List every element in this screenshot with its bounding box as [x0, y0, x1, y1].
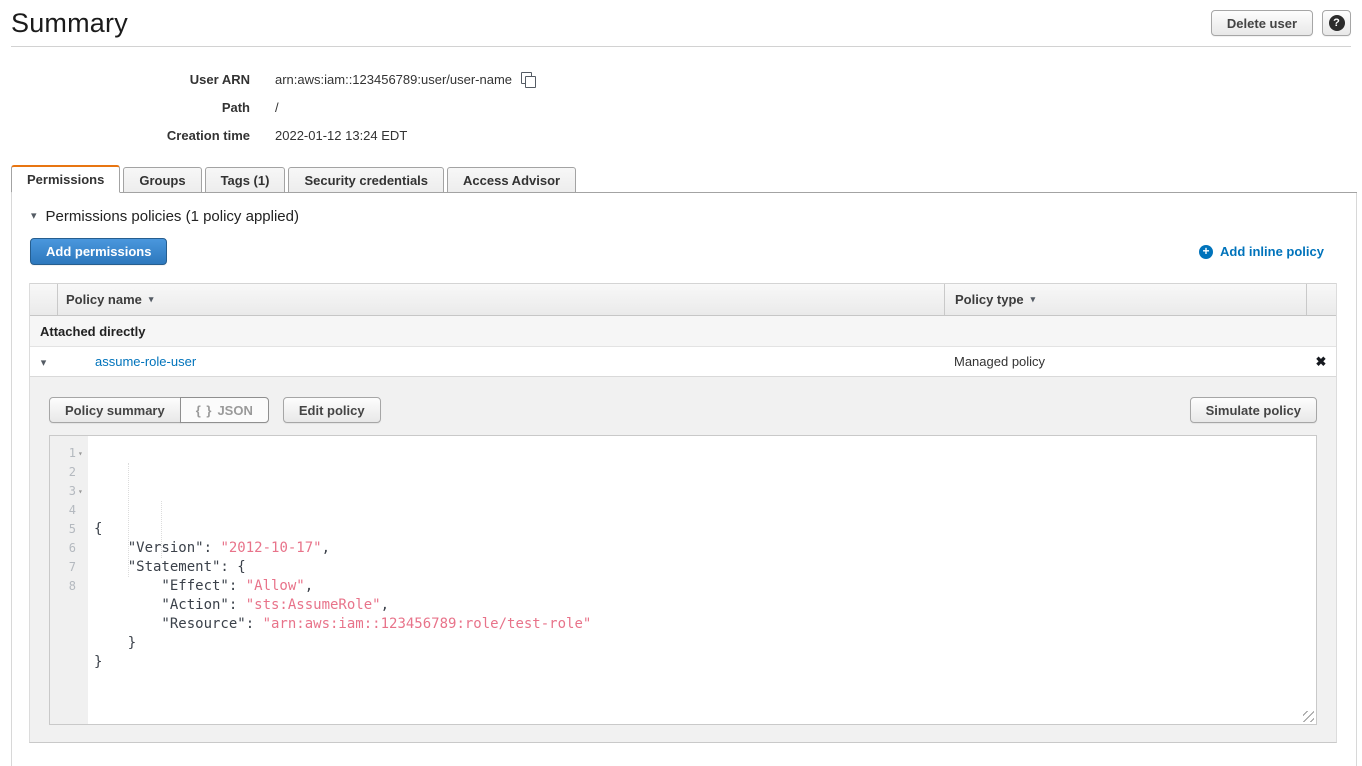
- permissions-tab-panel: ▾ Permissions policies (1 policy applied…: [11, 193, 1357, 766]
- page-title: Summary: [11, 8, 128, 39]
- path-label: Path: [0, 100, 250, 115]
- tab-bar: Permissions Groups Tags (1) Security cre…: [11, 165, 1357, 193]
- remove-column-header: [1306, 284, 1336, 315]
- tab-tags[interactable]: Tags (1): [205, 167, 286, 193]
- attached-directly-group-row: Attached directly: [30, 316, 1336, 347]
- code-line[interactable]: "Statement": {: [94, 558, 1316, 577]
- tab-security-credentials[interactable]: Security credentials: [288, 167, 444, 193]
- creation-time-value: 2022-01-12 13:24 EDT: [275, 128, 407, 143]
- json-view-button[interactable]: { } JSON: [180, 397, 269, 423]
- indent-guide: [128, 463, 129, 577]
- braces-icon: { }: [196, 403, 213, 418]
- code-line[interactable]: {: [94, 520, 1316, 539]
- editor-gutter: 1▾23▾45678: [50, 436, 88, 724]
- creation-time-label: Creation time: [0, 128, 250, 143]
- copy-icon[interactable]: [521, 72, 536, 87]
- permissions-policies-title: Permissions policies (1 policy applied): [46, 208, 299, 225]
- tab-access-advisor[interactable]: Access Advisor: [447, 167, 576, 193]
- policy-table: Policy name ▾ Policy type ▾ Attached dir…: [29, 283, 1337, 743]
- delete-user-button[interactable]: Delete user: [1211, 10, 1313, 36]
- remove-policy-icon[interactable]: ✖: [1316, 354, 1327, 369]
- policy-name-column-header[interactable]: Policy name ▾: [57, 284, 944, 315]
- permissions-toolbar: Add permissions + Add inline policy: [12, 225, 1356, 265]
- json-policy-editor[interactable]: 1▾23▾45678 { "Version": "2012-10-17", "S…: [49, 435, 1317, 725]
- code-line[interactable]: "Resource": "arn:aws:iam::123456789:role…: [94, 615, 1316, 634]
- policy-name-link[interactable]: assume-role-user: [95, 354, 196, 369]
- caret-down-icon: ▾: [41, 357, 47, 369]
- policy-type-cell: Managed policy: [944, 354, 1306, 369]
- add-inline-policy-link[interactable]: + Add inline policy: [1199, 244, 1324, 259]
- policy-detail-toolbar: Policy summary { } JSON Edit policy Simu…: [49, 397, 1317, 423]
- policy-summary-button[interactable]: Policy summary: [49, 397, 181, 423]
- user-arn-value: arn:aws:iam::123456789:user/user-name: [275, 72, 512, 87]
- policy-type-column-header[interactable]: Policy type ▾: [944, 284, 1306, 315]
- line-number: 8: [50, 577, 88, 596]
- line-number: 6: [50, 539, 88, 558]
- fold-caret-icon[interactable]: ▾: [76, 482, 88, 501]
- table-row: ▾ assume-role-user Managed policy ✖: [30, 347, 1336, 377]
- line-number: 2: [50, 463, 88, 482]
- sort-caret-icon: ▾: [149, 294, 154, 305]
- creation-time-row: Creation time 2022-01-12 13:24 EDT: [0, 121, 1362, 149]
- edit-policy-button[interactable]: Edit policy: [283, 397, 381, 423]
- code-line[interactable]: "Effect": "Allow",: [94, 577, 1316, 596]
- simulate-policy-button[interactable]: Simulate policy: [1190, 397, 1317, 423]
- expand-column-header: [30, 284, 57, 315]
- line-number: 5: [50, 520, 88, 539]
- user-details: User ARN arn:aws:iam::123456789:user/use…: [0, 47, 1362, 165]
- code-line[interactable]: }: [94, 653, 1316, 672]
- user-arn-row: User ARN arn:aws:iam::123456789:user/use…: [0, 65, 1362, 93]
- indent-guide: [161, 501, 162, 558]
- fold-caret-icon[interactable]: ▾: [76, 444, 88, 463]
- code-line[interactable]: "Action": "sts:AssumeRole",: [94, 596, 1316, 615]
- line-number: 4: [50, 501, 88, 520]
- line-number: 1▾: [50, 444, 88, 463]
- help-icon: ?: [1329, 15, 1345, 31]
- tab-permissions[interactable]: Permissions: [11, 165, 120, 193]
- help-button[interactable]: ?: [1322, 10, 1351, 36]
- plus-icon: +: [1199, 245, 1213, 259]
- tab-groups[interactable]: Groups: [123, 167, 201, 193]
- editor-code[interactable]: { "Version": "2012-10-17", "Statement": …: [88, 436, 1316, 724]
- policy-detail-panel: Policy summary { } JSON Edit policy Simu…: [30, 377, 1336, 742]
- editor-resize-handle[interactable]: [1303, 711, 1314, 722]
- code-line[interactable]: "Version": "2012-10-17",: [94, 539, 1316, 558]
- header-actions: Delete user ?: [1211, 10, 1351, 36]
- line-number: 7: [50, 558, 88, 577]
- line-number: 3▾: [50, 482, 88, 501]
- view-toggle-group: Policy summary { } JSON: [49, 397, 269, 423]
- path-row: Path /: [0, 93, 1362, 121]
- add-permissions-button[interactable]: Add permissions: [30, 238, 167, 265]
- user-arn-label: User ARN: [0, 72, 250, 87]
- sort-caret-icon: ▾: [1031, 294, 1036, 305]
- code-line[interactable]: }: [94, 634, 1316, 653]
- page-header: Summary Delete user ?: [0, 0, 1362, 46]
- policy-table-header: Policy name ▾ Policy type ▾: [30, 283, 1336, 316]
- permissions-policies-section-toggle[interactable]: ▾ Permissions policies (1 policy applied…: [12, 193, 1356, 225]
- row-expand-toggle[interactable]: ▾: [30, 354, 57, 369]
- path-value: /: [275, 100, 279, 115]
- caret-down-icon: ▾: [31, 211, 37, 222]
